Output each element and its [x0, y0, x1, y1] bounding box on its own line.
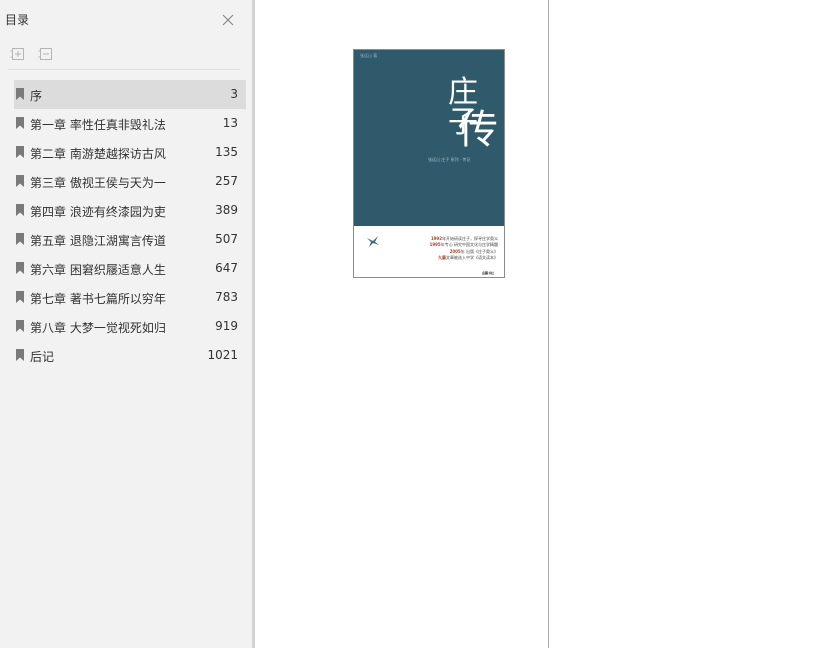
page-edge — [548, 0, 549, 648]
toc-item-label: 后记 — [30, 350, 55, 364]
bookmark-icon — [16, 320, 24, 332]
toc-item-chapter-4[interactable]: 第四章 浪迹有终漆园为吏 389 — [14, 196, 246, 225]
collapse-all-button[interactable] — [38, 46, 54, 62]
toc-item-chapter-2[interactable]: 第二章 南游楚越探访古风 135 — [14, 138, 246, 167]
cover-publisher: 岳麓书社 — [481, 271, 494, 275]
toc-item-page: 919 — [215, 319, 238, 333]
toc-item-page: 1021 — [207, 348, 238, 362]
cover-title-line-2: 传 — [458, 107, 498, 153]
close-sidebar-button[interactable] — [220, 12, 236, 28]
expand-all-icon — [10, 48, 24, 60]
toc-item-chapter-3[interactable]: 第三章 傲视王侯与天为一 257 — [14, 167, 246, 196]
toc-item-afterword[interactable]: 后记 1021 — [14, 341, 246, 370]
toc-item-label: 第一章 率性任真非毁礼法 — [30, 118, 166, 132]
toc-item-label: 第二章 南游楚越探访古风 — [30, 147, 166, 161]
toolbar-divider — [8, 69, 240, 70]
toc-item-page: 135 — [215, 145, 238, 159]
toc-item-chapter-5[interactable]: 第五章 退隐江湖寓言传道 507 — [14, 225, 246, 254]
cover-teal-panel: 张远山 著 庄子 传 张远山 庄子 系列 · 传记 — [354, 50, 504, 226]
close-icon — [222, 14, 234, 26]
bookmark-icon — [16, 233, 24, 245]
toc-list: 序 3 第一章 率性任真非毁礼法 13 第二章 南游楚越探访古风 135 第三章… — [14, 80, 246, 370]
toc-item-page: 783 — [215, 290, 238, 304]
bird-icon — [367, 236, 379, 247]
toc-item-label: 第八章 大梦一觉视死如归 — [30, 321, 166, 335]
toc-item-preface[interactable]: 序 3 — [14, 80, 246, 109]
toc-item-chapter-7[interactable]: 第七章 著书七篇所以穷年 783 — [14, 283, 246, 312]
toc-item-page: 3 — [230, 87, 238, 101]
toc-item-chapter-1[interactable]: 第一章 率性任真非毁礼法 13 — [14, 109, 246, 138]
cover-subtitle: 张远山 庄子 系列 · 传记 — [428, 157, 471, 162]
cover-author: 张远山 著 — [360, 53, 378, 58]
toc-item-page: 389 — [215, 203, 238, 217]
bookmark-icon — [16, 117, 24, 129]
toc-item-label: 序 — [30, 89, 43, 103]
toc-sidebar: 目录 序 3 第一章 率性任真非毁礼法 13 第二章 南游楚越探访古风 135 … — [0, 0, 252, 648]
bookmark-icon — [16, 291, 24, 303]
collapse-all-icon — [38, 48, 52, 60]
expand-all-button[interactable] — [10, 46, 26, 62]
toc-item-chapter-8[interactable]: 第八章 大梦一觉视死如归 919 — [14, 312, 246, 341]
toc-item-page: 647 — [215, 261, 238, 275]
bookmark-icon — [16, 88, 24, 100]
bookmark-icon — [16, 349, 24, 361]
toc-item-page: 507 — [215, 232, 238, 246]
bookmark-icon — [16, 146, 24, 158]
toc-item-label: 第三章 傲视王侯与天为一 — [30, 176, 166, 190]
cover-blurb: 1992年开始研读庄子，探寻庄学奥义 1995年专心 研究中国文化与庄学精髓 2… — [392, 236, 498, 262]
toc-item-label: 第四章 浪迹有终漆园为吏 — [30, 205, 166, 219]
bookmark-icon — [16, 262, 24, 274]
toc-item-label: 第七章 著书七篇所以穷年 — [30, 292, 166, 306]
blurb-line: 九篇文章被选入中学《语文读本》 — [438, 255, 498, 261]
bookmark-icon — [16, 175, 24, 187]
toc-item-label: 第五章 退隐江湖寓言传道 — [30, 234, 166, 248]
toc-item-page: 13 — [222, 116, 238, 130]
toc-item-chapter-6[interactable]: 第六章 困窘织屦适意人生 647 — [14, 254, 246, 283]
toc-title: 目录 — [5, 13, 30, 27]
toc-item-label: 第六章 困窘织屦适意人生 — [30, 263, 166, 277]
bookmark-icon — [16, 204, 24, 216]
toc-item-page: 257 — [215, 174, 238, 188]
book-cover-image: 张远山 著 庄子 传 张远山 庄子 系列 · 传记 1992年开始研读庄子，探寻… — [353, 49, 505, 278]
